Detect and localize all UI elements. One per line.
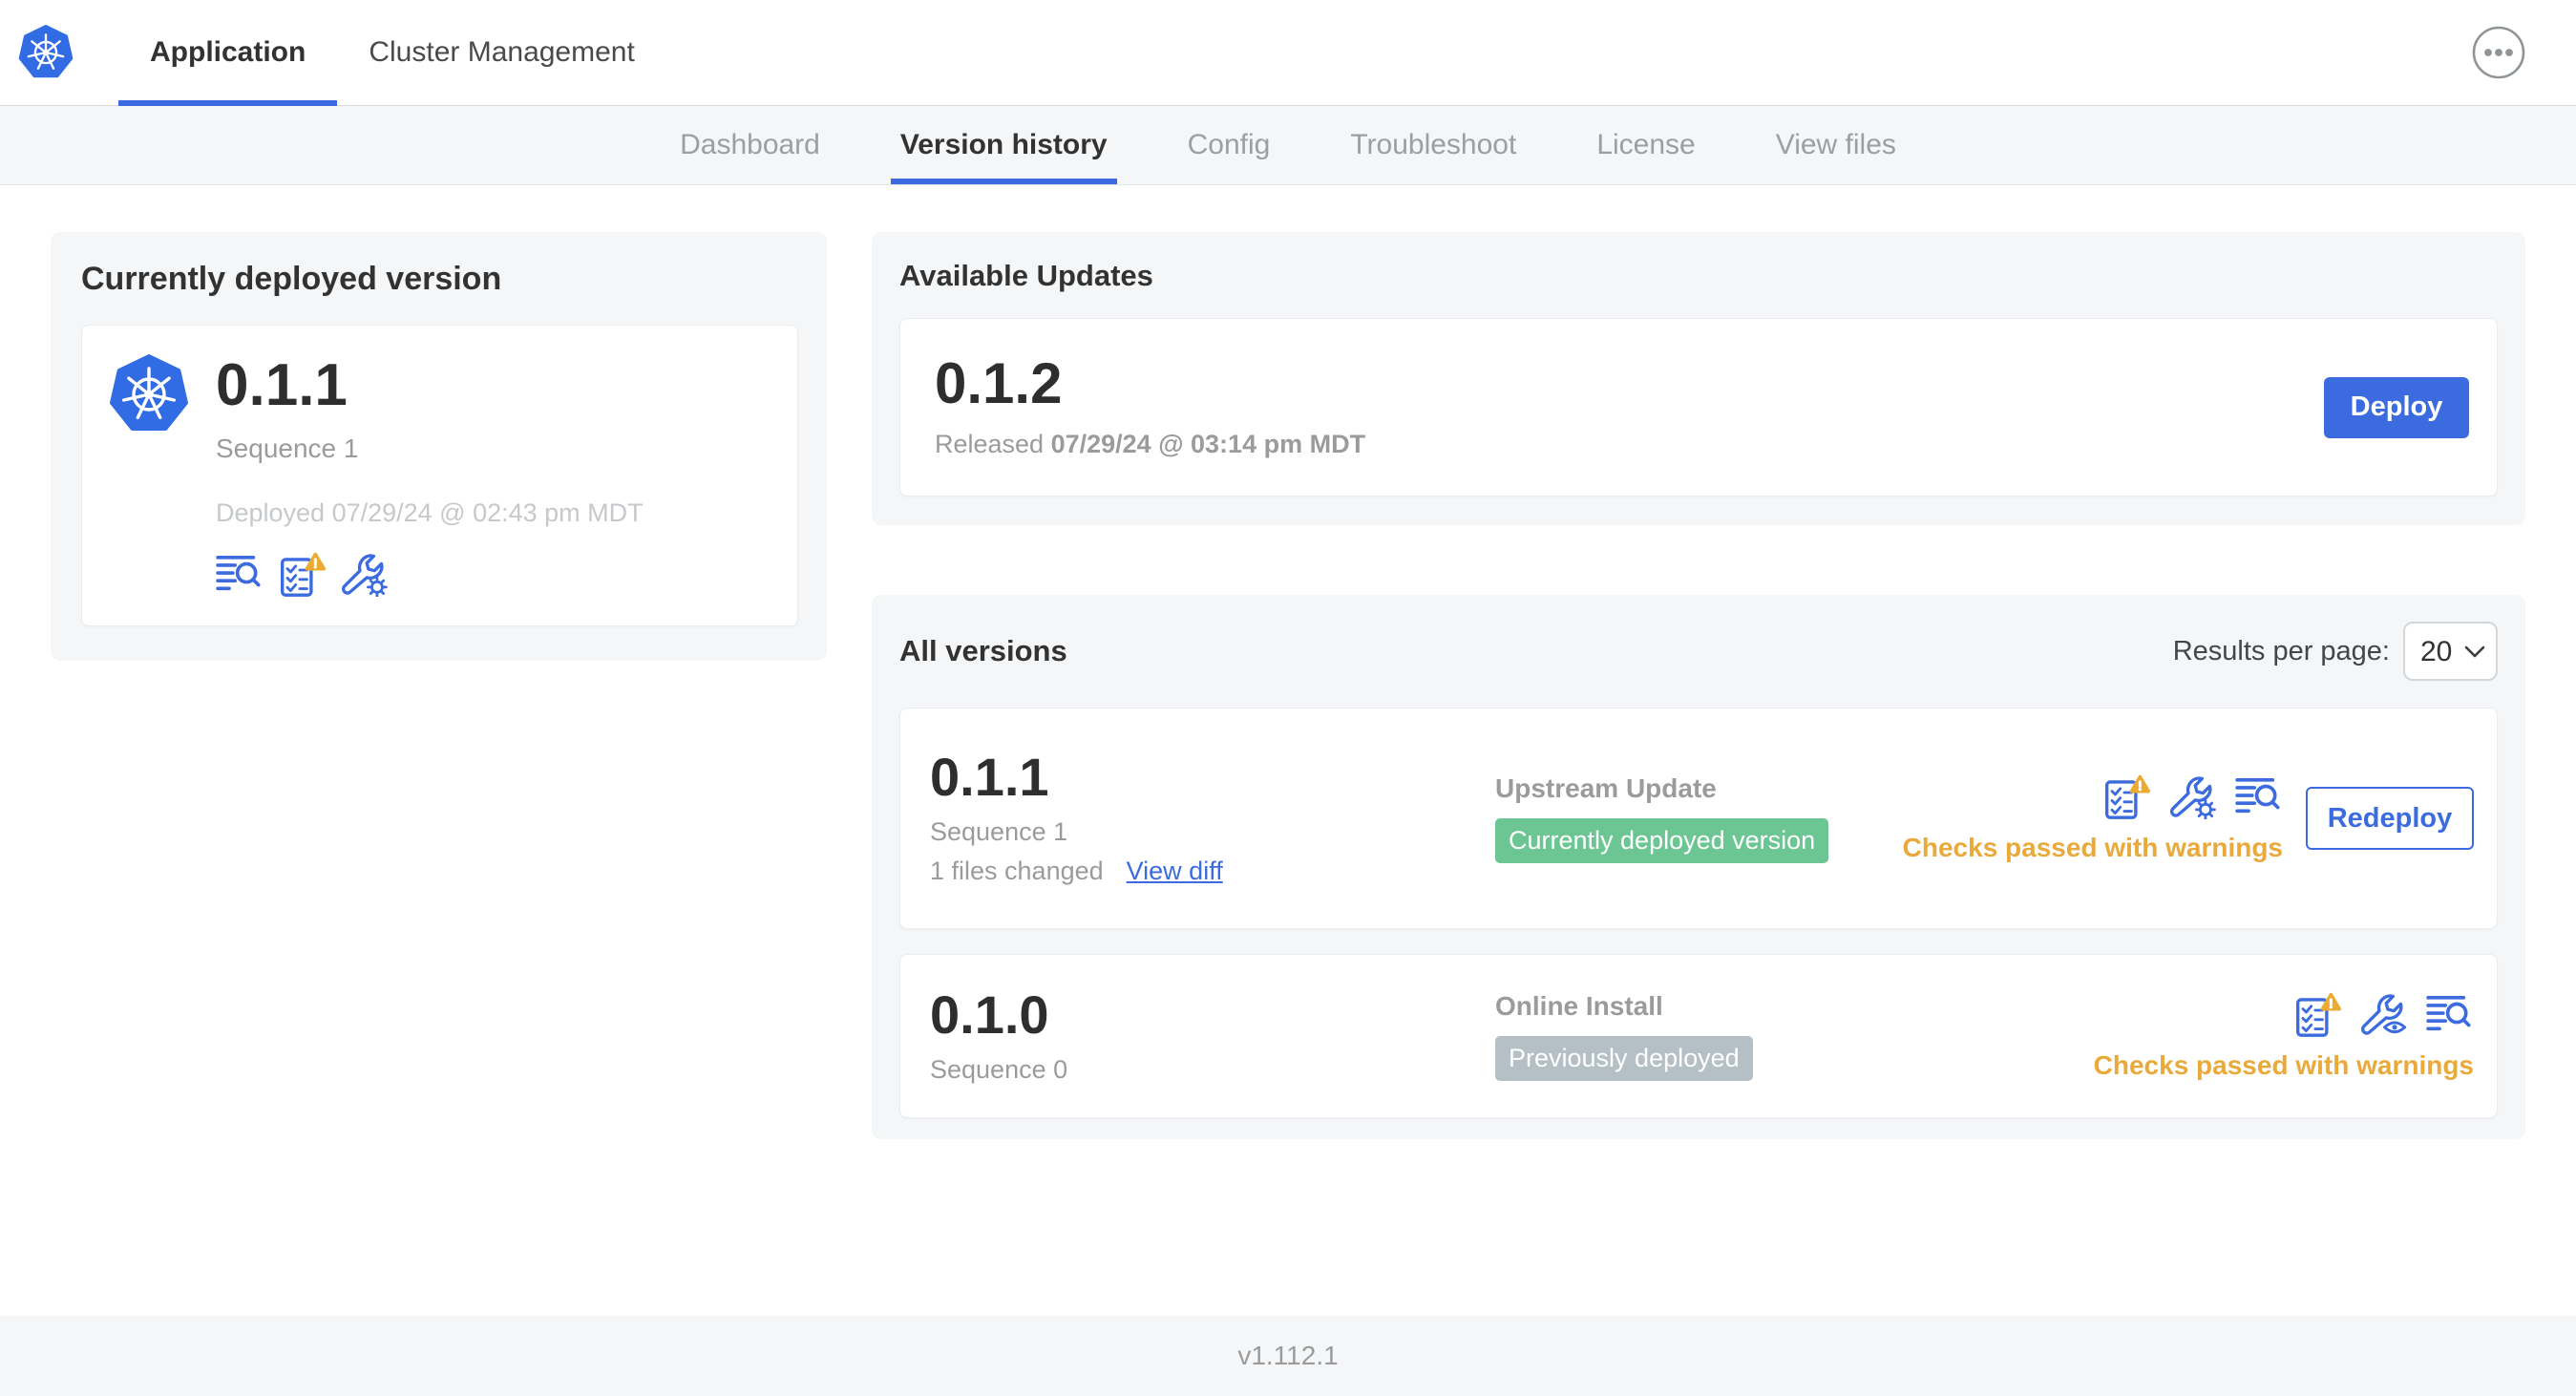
tab-dashboard[interactable]: Dashboard <box>670 106 830 184</box>
console-version: v1.112.1 <box>1237 1341 1339 1370</box>
tab-cluster-management-label: Cluster Management <box>369 36 635 68</box>
currently-deployed-card: Currently deployed version 0.1.1 Sequenc… <box>51 232 827 661</box>
tab-application[interactable]: Application <box>118 0 338 106</box>
edit-config-icon[interactable] <box>2170 773 2216 819</box>
update-version-number: 0.1.2 <box>935 351 1063 415</box>
tab-license-label: License <box>1596 129 1696 160</box>
row-version-number: 0.1.0 <box>930 984 1049 1045</box>
deployed-timestamp: Deployed 07/29/24 @ 02:43 pm MDT <box>216 497 644 527</box>
header-tabs: Application Cluster Management <box>118 0 666 106</box>
edit-config-icon[interactable] <box>342 551 388 597</box>
files-changed: 1 files changed <box>930 857 1104 885</box>
version-actions <box>2294 991 2474 1037</box>
results-per-page-select[interactable]: 20 <box>2403 622 2498 681</box>
all-versions-card: All versions Results per page: 20 0.1.1 … <box>872 595 2525 1139</box>
tab-version-history-label: Version history <box>899 129 1108 160</box>
tab-troubleshoot[interactable]: Troubleshoot <box>1341 106 1526 184</box>
tab-troubleshoot-label: Troubleshoot <box>1350 129 1517 160</box>
update-released-line: Released 07/29/24 @ 03:14 pm MDT <box>935 430 1365 459</box>
logs-icon[interactable] <box>2235 776 2283 816</box>
tab-config-label: Config <box>1187 129 1271 160</box>
tab-cluster-management[interactable]: Cluster Management <box>337 0 665 105</box>
available-update-row: 0.1.2 Released 07/29/24 @ 03:14 pm MDT D… <box>899 318 2498 497</box>
version-source: Upstream Update <box>1495 773 1717 803</box>
results-per-page-label: Results per page: <box>2172 635 2390 666</box>
view-diff-link[interactable]: View diff <box>1127 857 1223 886</box>
kubernetes-logo <box>0 0 74 105</box>
status-badge: Currently deployed version <box>1495 818 1829 863</box>
released-label: Released <box>935 430 1045 458</box>
checks-status: Checks passed with warnings <box>2093 1050 2474 1080</box>
tab-view-files-label: View files <box>1775 129 1896 160</box>
ellipsis-menu-icon <box>2472 26 2525 79</box>
kubernetes-app-icon <box>109 354 189 597</box>
version-actions <box>2103 773 2283 819</box>
tab-application-label: Application <box>150 36 306 68</box>
available-updates-title: Available Updates <box>899 259 1153 292</box>
app-footer: v1.112.1 <box>0 1316 2576 1396</box>
status-badge: Previously deployed <box>1495 1036 1753 1081</box>
app-subnav: Dashboard Version history Config Trouble… <box>0 106 2576 185</box>
ellipsis-menu-button[interactable] <box>2472 26 2525 79</box>
all-versions-header: All versions Results per page: 20 <box>899 622 2498 681</box>
deployed-sequence: Sequence 1 <box>216 433 359 463</box>
tab-dashboard-label: Dashboard <box>680 129 820 160</box>
main-content: Currently deployed version 0.1.1 Sequenc… <box>0 185 2576 1316</box>
deployed-version-actions <box>216 551 644 597</box>
row-version-number: 0.1.1 <box>930 747 1049 807</box>
right-column: Available Updates 0.1.2 Released 07/29/2… <box>872 232 2525 1139</box>
tab-view-files[interactable]: View files <box>1766 106 1906 184</box>
redeploy-button[interactable]: Redeploy <box>2306 787 2474 850</box>
available-updates-card: Available Updates 0.1.2 Released 07/29/2… <box>872 232 2525 525</box>
preflight-checks-warning-icon[interactable] <box>2103 773 2151 819</box>
preflight-checks-warning-icon[interactable] <box>2294 991 2342 1037</box>
row-sequence: Sequence 1 <box>930 817 1068 846</box>
results-per-page: Results per page: 20 <box>2173 622 2498 681</box>
tab-config[interactable]: Config <box>1178 106 1280 184</box>
logs-icon[interactable] <box>2426 994 2474 1034</box>
version-source: Online Install <box>1495 991 1663 1021</box>
currently-deployed-version-panel: 0.1.1 Sequence 1 Deployed 07/29/24 @ 02:… <box>81 325 798 626</box>
deploy-button[interactable]: Deploy <box>2324 376 2469 438</box>
preflight-checks-warning-icon[interactable] <box>279 551 327 597</box>
tab-version-history[interactable]: Version history <box>890 106 1117 184</box>
checks-status: Checks passed with warnings <box>1902 833 2283 862</box>
app-header: Application Cluster Management <box>0 0 2576 106</box>
view-config-icon[interactable] <box>2361 991 2407 1037</box>
all-versions-title: All versions <box>899 634 1067 667</box>
tab-license[interactable]: License <box>1587 106 1704 184</box>
version-row-0-1-0: 0.1.0 Sequence 0 Online Install Previous… <box>899 954 2498 1118</box>
logs-icon[interactable] <box>216 554 264 594</box>
row-sequence: Sequence 0 <box>930 1054 1068 1084</box>
released-datetime: 07/29/24 @ 03:14 pm MDT <box>1050 430 1366 458</box>
deployed-version-number: 0.1.1 <box>216 352 348 418</box>
version-row-0-1-1: 0.1.1 Sequence 1 1 files changed View di… <box>899 708 2498 929</box>
currently-deployed-title: Currently deployed version <box>81 261 502 297</box>
